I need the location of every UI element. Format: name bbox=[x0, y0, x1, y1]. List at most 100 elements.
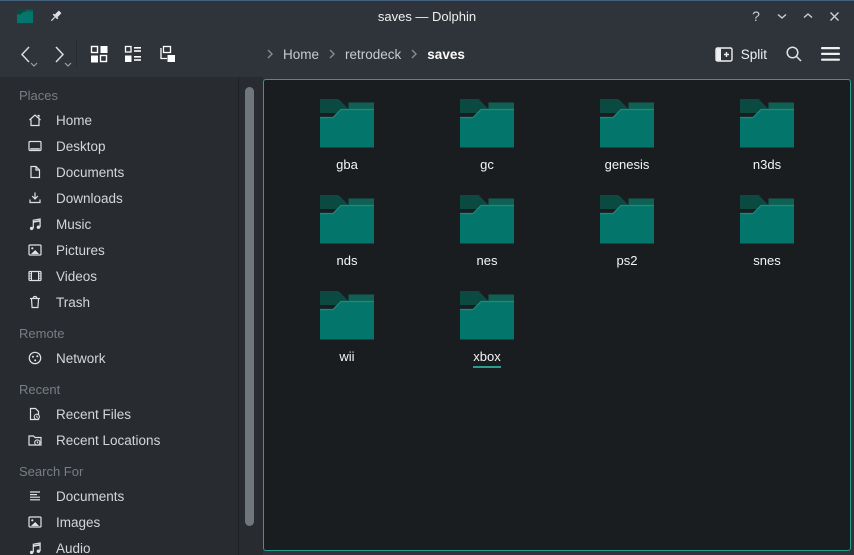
places-panel: Places Home Desktop Documents Downloads Music… bbox=[0, 77, 263, 555]
sidebar-item-label: Audio bbox=[56, 541, 91, 555]
minimize-button[interactable] bbox=[772, 6, 792, 26]
text-lines-icon bbox=[27, 488, 43, 504]
sidebar-item-trash[interactable]: Trash bbox=[0, 289, 238, 315]
folder-nes[interactable]: nes bbox=[417, 186, 557, 282]
details-view-icon bbox=[124, 45, 142, 63]
folder-grid: gba gc genesis n3ds nds nes ps2 snes bbox=[277, 90, 837, 378]
folder-nds[interactable]: nds bbox=[277, 186, 417, 282]
sidebar: Places Home Desktop Documents Downloads Music… bbox=[0, 77, 239, 555]
sidebar-item-label: Network bbox=[56, 351, 106, 366]
toolbar-separator bbox=[76, 40, 77, 68]
breadcrumb-current: saves bbox=[421, 47, 471, 62]
folder-name: genesis bbox=[605, 157, 650, 176]
hamburger-icon bbox=[821, 47, 840, 61]
folder-name: nds bbox=[337, 253, 358, 272]
download-icon bbox=[27, 190, 43, 206]
sidebar-item-label: Music bbox=[56, 217, 91, 232]
image-icon bbox=[27, 242, 43, 258]
sidebar-header-places: Places bbox=[0, 83, 238, 107]
folder-icon bbox=[457, 288, 517, 342]
dolphin-window: saves — Dolphin ? bbox=[0, 0, 854, 555]
sidebar-item-recent-locations[interactable]: Recent Locations bbox=[0, 427, 238, 453]
folder-icon bbox=[457, 192, 517, 246]
back-button[interactable] bbox=[12, 39, 38, 69]
sidebar-section-recent: RecentRecent FilesRecent Locations bbox=[0, 377, 238, 453]
details-view-button[interactable] bbox=[117, 38, 149, 70]
folder-name: gc bbox=[480, 157, 494, 176]
pin-icon[interactable] bbox=[48, 9, 63, 24]
sidebar-item-label: Home bbox=[56, 113, 92, 128]
sidebar-scrollbar-track[interactable] bbox=[239, 77, 263, 555]
menu-button[interactable] bbox=[821, 47, 840, 61]
help-button[interactable]: ? bbox=[746, 6, 766, 26]
sidebar-item-label: Pictures bbox=[56, 243, 105, 258]
sidebar-item-downloads[interactable]: Downloads bbox=[0, 185, 238, 211]
trash-icon bbox=[27, 294, 43, 310]
toolbar: Home retrodeck saves Split bbox=[0, 31, 854, 77]
breadcrumb: Home retrodeck saves bbox=[265, 31, 471, 77]
folder-icon bbox=[317, 288, 377, 342]
maximize-button[interactable] bbox=[798, 6, 818, 26]
sidebar-section-search-for: Search ForDocumentsImagesAudio bbox=[0, 459, 238, 555]
sidebar-scrollbar-thumb[interactable] bbox=[245, 87, 254, 526]
sidebar-item-documents[interactable]: Documents bbox=[0, 483, 238, 509]
folder-genesis[interactable]: genesis bbox=[557, 90, 697, 186]
folder-gba[interactable]: gba bbox=[277, 90, 417, 186]
folder-xbox[interactable]: xbox bbox=[417, 282, 557, 378]
folder-name: snes bbox=[753, 253, 780, 272]
folder-wii[interactable]: wii bbox=[277, 282, 417, 378]
folder-name: ps2 bbox=[617, 253, 638, 272]
titlebar[interactable]: saves — Dolphin ? bbox=[0, 1, 854, 31]
window-folder-icon bbox=[16, 8, 34, 24]
sidebar-item-label: Desktop bbox=[56, 139, 106, 154]
breadcrumb-item-retrodeck[interactable]: retrodeck bbox=[339, 47, 407, 62]
folder-snes[interactable]: snes bbox=[697, 186, 837, 282]
sidebar-item-music[interactable]: Music bbox=[0, 211, 238, 237]
folder-ps2[interactable]: ps2 bbox=[557, 186, 697, 282]
window-title: saves — Dolphin bbox=[0, 9, 854, 24]
split-button[interactable]: Split bbox=[715, 47, 767, 62]
folder-n3ds[interactable]: n3ds bbox=[697, 90, 837, 186]
recent-file-icon bbox=[27, 406, 43, 422]
sidebar-item-label: Downloads bbox=[56, 191, 123, 206]
sidebar-header-remote: Remote bbox=[0, 321, 238, 345]
folder-icon bbox=[597, 96, 657, 150]
folder-view[interactable]: gba gc genesis n3ds nds nes ps2 snes bbox=[263, 79, 851, 551]
breadcrumb-chevron-icon bbox=[327, 48, 337, 60]
sidebar-item-home[interactable]: Home bbox=[0, 107, 238, 133]
sidebar-item-label: Recent Locations bbox=[56, 433, 160, 448]
folder-icon bbox=[737, 96, 797, 150]
sidebar-item-recent-files[interactable]: Recent Files bbox=[0, 401, 238, 427]
folder-icon bbox=[317, 192, 377, 246]
video-icon bbox=[27, 268, 43, 284]
folder-name: wii bbox=[339, 349, 354, 368]
sidebar-item-label: Recent Files bbox=[56, 407, 131, 422]
back-dropdown-icon bbox=[30, 62, 38, 67]
folder-gc[interactable]: gc bbox=[417, 90, 557, 186]
sidebar-item-documents[interactable]: Documents bbox=[0, 159, 238, 185]
close-button[interactable] bbox=[824, 6, 844, 26]
search-button[interactable] bbox=[785, 45, 803, 63]
tree-view-button[interactable] bbox=[151, 38, 183, 70]
icons-view-button[interactable] bbox=[83, 38, 115, 70]
home-icon bbox=[27, 112, 43, 128]
folder-icon bbox=[737, 192, 797, 246]
sidebar-item-label: Images bbox=[56, 515, 100, 530]
sidebar-item-images[interactable]: Images bbox=[0, 509, 238, 535]
folder-icon bbox=[597, 192, 657, 246]
sidebar-item-videos[interactable]: Videos bbox=[0, 263, 238, 289]
split-label: Split bbox=[741, 47, 767, 62]
music-icon bbox=[27, 540, 43, 555]
sidebar-section-remote: Remote Network bbox=[0, 321, 238, 371]
sidebar-item-label: Videos bbox=[56, 269, 97, 284]
folder-icon bbox=[457, 96, 517, 150]
sidebar-item-network[interactable]: Network bbox=[0, 345, 238, 371]
breadcrumb-item-home[interactable]: Home bbox=[277, 47, 325, 62]
forward-button[interactable] bbox=[46, 39, 72, 69]
sidebar-item-audio[interactable]: Audio bbox=[0, 535, 238, 555]
sidebar-item-desktop[interactable]: Desktop bbox=[0, 133, 238, 159]
music-icon bbox=[27, 216, 43, 232]
folder-name: gba bbox=[336, 157, 358, 176]
window-body: Places Home Desktop Documents Downloads Music… bbox=[0, 77, 854, 555]
sidebar-item-pictures[interactable]: Pictures bbox=[0, 237, 238, 263]
